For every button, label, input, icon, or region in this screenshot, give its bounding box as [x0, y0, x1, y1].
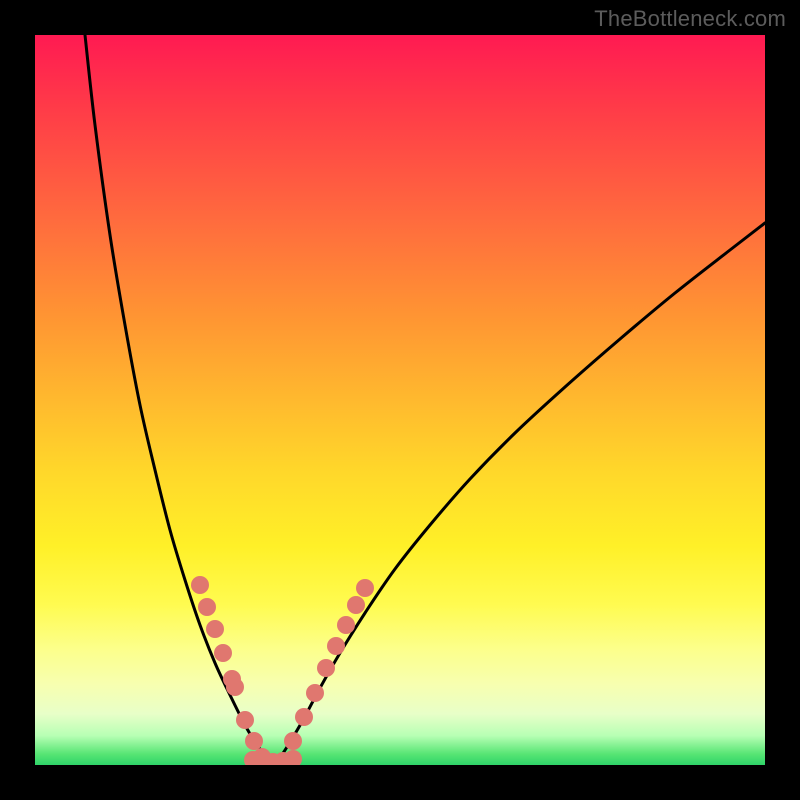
data-dot	[236, 711, 254, 729]
data-dot	[317, 659, 335, 677]
data-dot	[226, 678, 244, 696]
data-dot	[191, 576, 209, 594]
data-dot	[295, 708, 313, 726]
chart-frame: TheBottleneck.com	[0, 0, 800, 800]
watermark-text: TheBottleneck.com	[594, 6, 786, 32]
data-dot	[284, 750, 302, 765]
curve-left-curve	[85, 35, 275, 765]
plot-area	[35, 35, 765, 765]
data-dot	[206, 620, 224, 638]
data-dot	[306, 684, 324, 702]
data-dot	[284, 732, 302, 750]
data-dot	[214, 644, 232, 662]
data-dot	[198, 598, 216, 616]
data-dot	[356, 579, 374, 597]
curve-right-curve	[275, 223, 765, 765]
data-dot	[347, 596, 365, 614]
data-dot	[337, 616, 355, 634]
data-dot	[327, 637, 345, 655]
chart-svg	[35, 35, 765, 765]
data-dot	[245, 732, 263, 750]
